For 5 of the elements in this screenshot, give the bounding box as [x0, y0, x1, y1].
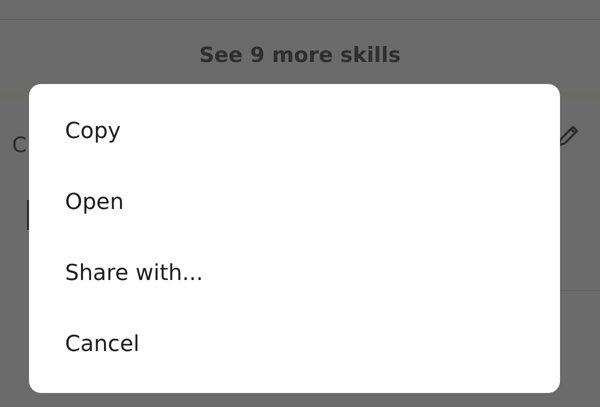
section-title: C — [12, 132, 27, 159]
menu-option[interactable]: Cancel — [29, 309, 560, 380]
menu-option[interactable]: Copy — [29, 96, 560, 167]
menu-option[interactable]: Open — [29, 167, 560, 238]
menu-option[interactable]: Share with... — [29, 238, 560, 309]
